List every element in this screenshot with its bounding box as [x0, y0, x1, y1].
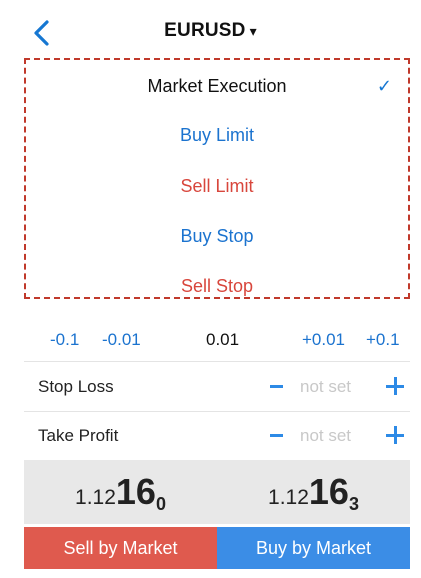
ask-price-prefix: 1.12: [268, 486, 309, 509]
volume-value[interactable]: 0.01: [206, 320, 239, 360]
order-type-label: Sell Stop: [180, 276, 254, 296]
order-type-label: Buy Stop: [180, 226, 254, 246]
volume-decrease-large-button[interactable]: -0.1: [50, 320, 79, 360]
bid-price: 1.12160: [24, 460, 217, 524]
take-profit-plus-icon[interactable]: [386, 426, 404, 444]
stop-loss-row: Stop Loss not set: [24, 362, 410, 412]
header: EURUSD ▾: [0, 0, 421, 62]
order-type-label: Sell Limit: [180, 176, 254, 196]
volume-increase-large-button[interactable]: +0.1: [366, 320, 400, 360]
take-profit-row: Take Profit not set: [24, 411, 410, 461]
checkmark-icon: ✓: [376, 76, 392, 96]
volume-increase-small-button[interactable]: +0.01: [302, 320, 345, 360]
order-type-label: Market Execution: [147, 76, 287, 96]
order-type-market-execution[interactable]: Market Execution ✓: [26, 60, 408, 112]
order-type-sell-stop[interactable]: Sell Stop: [26, 260, 408, 312]
take-profit-minus-icon[interactable]: [270, 434, 283, 437]
price-panel: 1.12160 1.12163: [24, 460, 410, 524]
volume-decrease-small-button[interactable]: -0.01: [102, 320, 141, 360]
take-profit-label: Take Profit: [38, 426, 119, 445]
volume-stepper: -0.1 -0.01 0.01 +0.01 +0.1: [24, 320, 410, 360]
order-type-buy-stop[interactable]: Buy Stop: [26, 210, 408, 262]
order-type-sell-limit[interactable]: Sell Limit: [26, 160, 408, 212]
stop-loss-value[interactable]: not set: [300, 362, 351, 412]
bid-price-prefix: 1.12: [75, 486, 116, 509]
stop-loss-minus-icon[interactable]: [270, 385, 283, 388]
take-profit-value[interactable]: not set: [300, 411, 351, 461]
bid-price-fraction: 0: [155, 494, 166, 514]
ask-price-fraction: 3: [348, 494, 359, 514]
ask-price-pips: 16: [308, 471, 349, 512]
buy-by-market-button[interactable]: Buy by Market: [217, 527, 410, 569]
sell-by-market-button[interactable]: Sell by Market: [24, 527, 217, 569]
order-type-label: Buy Limit: [179, 125, 255, 145]
ask-price: 1.12163: [217, 460, 410, 524]
caret-down-icon: ▾: [249, 23, 257, 39]
order-type-buy-limit[interactable]: Buy Limit: [26, 109, 408, 161]
stop-loss-label: Stop Loss: [38, 377, 114, 396]
bid-price-pips: 16: [115, 471, 156, 512]
symbol-label: EURUSD: [164, 20, 246, 41]
stop-loss-plus-icon[interactable]: [386, 377, 404, 395]
symbol-title[interactable]: EURUSD ▾: [0, 20, 421, 42]
